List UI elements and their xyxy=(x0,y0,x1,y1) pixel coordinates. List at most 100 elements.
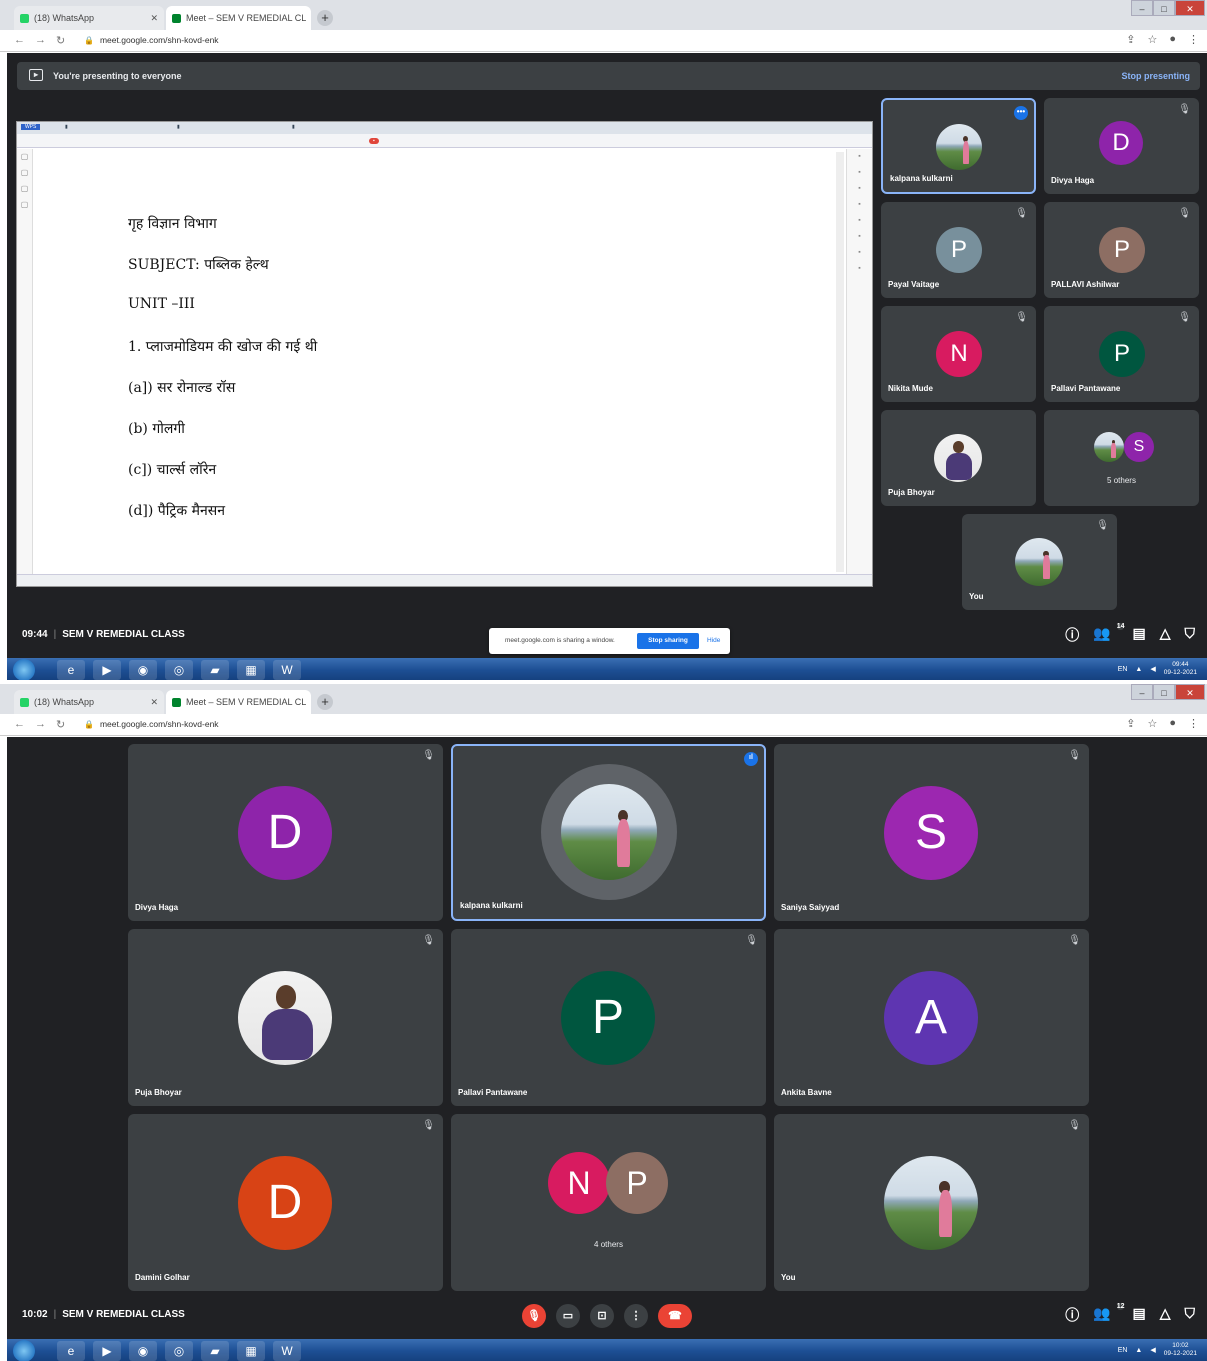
participant-tile[interactable]: ••• kalpana kulkarni xyxy=(881,98,1036,194)
chat-icon[interactable]: ▤ xyxy=(1132,625,1145,645)
participant-name: Nikita Mude xyxy=(888,384,933,393)
maximize-button[interactable]: □ xyxy=(1153,0,1175,16)
participant-tile[interactable]: 🎙 S Saniya Saiyyad xyxy=(774,744,1089,921)
participant-tile[interactable]: 🎙 A Ankita Bavne xyxy=(774,929,1089,1106)
participant-tile[interactable]: 🎙 P Pallavi Pantawane xyxy=(1044,306,1199,402)
self-tile[interactable]: 🎙 You xyxy=(962,514,1117,610)
people-icon[interactable]: 👥 12 xyxy=(1093,1303,1125,1325)
media-player-icon[interactable]: ▶ xyxy=(93,1341,121,1361)
others-count-label: 4 others xyxy=(594,1240,623,1249)
close-tab-icon[interactable]: ✕ xyxy=(150,13,158,24)
hide-button[interactable]: Hide xyxy=(707,637,720,644)
volume-icon[interactable]: ◀ xyxy=(1150,1346,1155,1354)
reload-icon[interactable]: ↻ xyxy=(56,34,65,47)
ie-icon[interactable]: e xyxy=(57,660,85,680)
activities-icon[interactable]: △ xyxy=(1160,1305,1171,1325)
bookmark-star-icon[interactable]: ☆ xyxy=(1147,717,1157,730)
tab-whatsapp[interactable]: (18) WhatsApp ✕ xyxy=(14,690,164,714)
clock[interactable]: 10:02 09-12-2021 xyxy=(1164,1342,1197,1358)
participant-tile[interactable]: 🎙 P Pallavi Pantawane xyxy=(451,929,766,1106)
participant-tile[interactable]: 🎙 D Divya Haga xyxy=(1044,98,1199,194)
start-button[interactable] xyxy=(13,1340,35,1361)
volume-icon[interactable]: ◀ xyxy=(1150,665,1155,673)
participant-tile[interactable]: 🎙 D Divya Haga xyxy=(128,744,443,921)
more-options-button[interactable]: ⋮ xyxy=(624,1304,648,1328)
explorer-icon[interactable]: ▦ xyxy=(237,660,265,680)
media-player-icon[interactable]: ▶ xyxy=(93,660,121,680)
taskbar-apps: e ▶ ◉ ◎ ▰ ▦ W xyxy=(57,1341,301,1361)
url-field[interactable]: 🔒 meet.google.com/shn-kovd-enk xyxy=(84,719,219,729)
minimize-button[interactable]: – xyxy=(1131,0,1153,16)
minimize-button[interactable]: – xyxy=(1131,684,1153,700)
shared-document-window: WPS ▮ ▮ ▮ ▪ ▢ ▢ ▢ ▢ ▪ ▪ ▪ ▪ ▪ ▪ ▪ ▪ गृह विज्ञान वि… xyxy=(16,121,873,587)
wps-icon[interactable]: W xyxy=(273,660,301,680)
doc-option-b: (b) गोलगी xyxy=(128,421,185,437)
tab-whatsapp[interactable]: (18) WhatsApp ✕ xyxy=(14,6,164,30)
present-button[interactable]: ⊡ xyxy=(590,1304,614,1328)
info-icon[interactable]: ⓘ xyxy=(1065,1305,1079,1325)
reload-icon[interactable]: ↻ xyxy=(56,718,65,731)
url-field[interactable]: 🔒 meet.google.com/shn-kovd-enk xyxy=(84,35,219,45)
close-window-button[interactable]: ✕ xyxy=(1175,0,1205,16)
end-call-button[interactable]: ☎ xyxy=(658,1304,692,1328)
share-icon[interactable]: ⇪ xyxy=(1126,717,1135,730)
ie-icon[interactable]: e xyxy=(57,1341,85,1361)
participant-tile[interactable]: Puja Bhoyar xyxy=(881,410,1036,506)
firefox-icon[interactable]: ◉ xyxy=(129,1341,157,1361)
host-controls-icon[interactable]: ⛉ xyxy=(1185,1305,1196,1325)
share-icon[interactable]: ⇪ xyxy=(1126,33,1135,46)
new-tab-button[interactable]: + xyxy=(317,694,333,710)
participant-tile[interactable]: 🎙 D Damini Golhar xyxy=(128,1114,443,1291)
maximize-button[interactable]: □ xyxy=(1153,684,1175,700)
tab-meet[interactable]: Meet – SEM V REMEDIAL CL ◀ ✕ xyxy=(166,690,311,714)
chrome-icon[interactable]: ◎ xyxy=(165,1341,193,1361)
participant-tile[interactable]: 🎙 P PALLAVI Ashilwar xyxy=(1044,202,1199,298)
bookmark-star-icon[interactable]: ☆ xyxy=(1147,33,1157,46)
meeting-title: SEM V REMEDIAL CLASS xyxy=(62,1309,185,1320)
mic-off-button[interactable]: 🎙 xyxy=(522,1304,546,1328)
participant-tile[interactable]: 🎙 P Payal Vaitage xyxy=(881,202,1036,298)
back-icon[interactable]: ← xyxy=(14,718,25,731)
explorer-icon[interactable]: ▦ xyxy=(237,1341,265,1361)
host-controls-icon[interactable]: ⛉ xyxy=(1185,625,1196,645)
close-tab-icon[interactable]: ✕ xyxy=(150,697,158,708)
language-indicator[interactable]: EN xyxy=(1118,666,1128,673)
network-icon[interactable]: ▲ xyxy=(1135,666,1142,673)
folder-icon[interactable]: ▰ xyxy=(201,1341,229,1361)
chrome-icon[interactable]: ◎ xyxy=(165,660,193,680)
meet-icon xyxy=(172,13,181,23)
new-tab-button[interactable]: + xyxy=(317,10,333,26)
network-icon[interactable]: ▲ xyxy=(1135,1347,1142,1354)
participant-tile[interactable]: 🎙 Puja Bhoyar xyxy=(128,929,443,1106)
forward-icon[interactable]: → xyxy=(35,34,46,47)
chat-icon[interactable]: ▤ xyxy=(1132,1305,1145,1325)
self-tile[interactable]: 🎙 You xyxy=(774,1114,1089,1291)
activities-icon[interactable]: △ xyxy=(1160,625,1171,645)
tab-meet[interactable]: Meet – SEM V REMEDIAL CL ● ✕ xyxy=(166,6,311,30)
clock[interactable]: 09:44 09-12-2021 xyxy=(1164,661,1197,677)
start-button[interactable] xyxy=(13,659,35,680)
firefox-icon[interactable]: ◉ xyxy=(129,660,157,680)
forward-icon[interactable]: → xyxy=(35,718,46,731)
back-icon[interactable]: ← xyxy=(14,34,25,47)
wps-icon[interactable]: W xyxy=(273,1341,301,1361)
profile-icon[interactable]: ● xyxy=(1169,33,1176,46)
info-icon[interactable]: ⓘ xyxy=(1065,625,1079,645)
participant-tile[interactable]: 🎙 N Nikita Mude xyxy=(881,306,1036,402)
participant-tile[interactable]: ıl kalpana kulkarni xyxy=(451,744,766,921)
menu-kebab-icon[interactable]: ⋮ xyxy=(1188,717,1199,730)
menu-kebab-icon[interactable]: ⋮ xyxy=(1188,33,1199,46)
avatar-letter: P xyxy=(936,227,982,273)
language-indicator[interactable]: EN xyxy=(1118,1347,1128,1354)
people-icon[interactable]: 👥 14 xyxy=(1093,623,1125,645)
camera-button[interactable]: ▭ xyxy=(556,1304,580,1328)
profile-icon[interactable]: ● xyxy=(1169,717,1176,730)
folder-icon[interactable]: ▰ xyxy=(201,660,229,680)
more-options-icon[interactable]: ••• xyxy=(1014,106,1028,120)
close-window-button[interactable]: ✕ xyxy=(1175,684,1205,700)
stop-sharing-button[interactable]: Stop sharing xyxy=(637,633,699,649)
others-tile[interactable]: N P 4 others xyxy=(451,1114,766,1291)
clock-date: 09-12-2021 xyxy=(1163,1350,1197,1357)
others-tile[interactable]: S 5 others xyxy=(1044,410,1199,506)
stop-presenting-button[interactable]: Stop presenting xyxy=(1121,71,1190,81)
